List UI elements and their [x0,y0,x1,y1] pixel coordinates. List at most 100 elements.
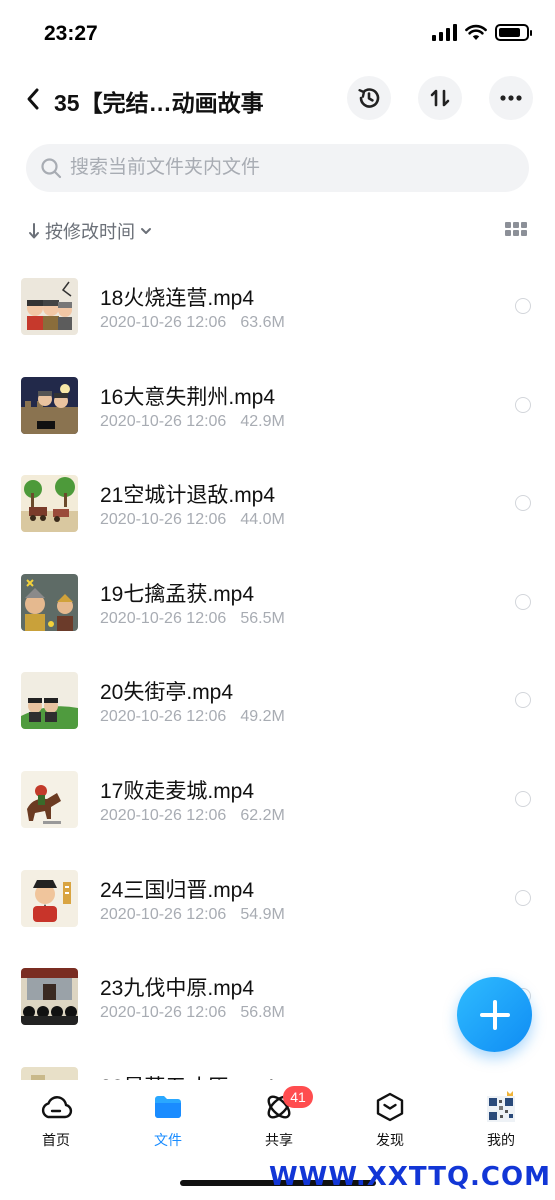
video-thumbnail [21,475,78,533]
list-item[interactable]: 24三国归晋.mp4 2020-10-26 12:06 54.9M [0,850,555,949]
list-item[interactable]: 18火烧连营.mp4 2020-10-26 12:06 63.6M [0,258,555,357]
add-button[interactable] [457,977,532,1052]
list-item[interactable]: 20失街亭.mp4 2020-10-26 12:06 49.2M [0,652,555,751]
tab-label: 文件 [154,1132,182,1148]
transfer-button[interactable] [418,76,462,120]
file-date: 2020-10-26 12:06 [100,511,227,529]
status-icons [432,24,532,41]
tab-label: 我的 [487,1132,515,1148]
file-date: 2020-10-26 12:06 [100,806,227,824]
video-thumbnail [21,1066,78,1080]
battery-icon [495,24,532,41]
file-size: 62.2M [240,806,285,824]
file-size: 42.9M [240,412,285,430]
file-date: 2020-10-26 12:06 [100,708,227,726]
tab-profile[interactable]: 我的 [461,1090,541,1150]
watermark-text: WWW.XXTTQ.COM [269,1162,551,1192]
sort-label: 按修改时间 [45,222,135,242]
tab-label: 共享 [265,1132,293,1148]
video-thumbnail [21,869,78,927]
transfer-arrows-icon [430,89,450,107]
file-name: 23九伐中原.mp4 [100,977,255,1001]
select-radio[interactable] [515,593,531,610]
chevron-left-icon [27,88,39,110]
select-radio[interactable] [515,889,531,906]
file-size: 54.9M [240,905,285,923]
file-date: 2020-10-26 12:06 [100,412,227,430]
video-thumbnail [21,672,78,730]
status-bar: 23:27 [0,0,555,70]
search-bar [26,144,529,192]
select-radio[interactable] [515,692,531,709]
more-dots-icon [500,95,522,101]
notification-badge: 41 [283,1086,313,1108]
cellular-signal-icon [432,24,457,41]
file-meta: 2020-10-26 12:06 63.6M [100,314,299,332]
file-date: 2020-10-26 12:06 [100,1004,227,1022]
file-meta: 2020-10-26 12:06 54.9M [100,906,299,924]
file-size: 56.5M [240,609,285,627]
plus-icon [479,999,510,1030]
page-title: 35【完结…动画故事 [54,90,264,116]
file-date: 2020-10-26 12:06 [100,314,227,331]
file-name: 21空城计退敌.mp4 [100,484,276,508]
file-name: 16大意失荆州.mp4 [100,385,276,409]
history-icon [358,88,380,108]
grid-view-icon[interactable] [505,222,527,238]
list-item[interactable]: 22星落五丈原.mp4 [0,1047,555,1080]
status-time: 23:27 [44,22,98,45]
file-name: 20失街亭.mp4 [100,681,234,705]
list-item[interactable]: 21空城计退敌.mp4 2020-10-26 12:06 44.0M [0,455,555,554]
folder-icon [151,1090,185,1124]
select-radio[interactable] [515,298,531,314]
tab-home[interactable]: 首页 [16,1090,96,1150]
select-radio[interactable] [515,495,531,512]
tab-label: 发现 [376,1132,404,1148]
video-thumbnail [21,770,78,828]
file-size: 44.0M [240,511,285,529]
file-list: 18火烧连营.mp4 2020-10-26 12:06 63.6M 16大意失荆州… [0,258,555,1080]
file-name: 22星落五丈原.mp4 [100,1071,275,1080]
avatar-qr-icon [484,1090,518,1124]
video-thumbnail [21,278,78,335]
video-thumbnail [21,573,78,631]
more-button[interactable] [489,76,533,120]
file-meta: 2020-10-26 12:06 62.2M [100,807,299,825]
tab-files[interactable]: 文件 [128,1090,208,1150]
select-radio[interactable] [515,396,531,413]
back-button[interactable] [18,82,48,116]
tab-discover[interactable]: 发现 [350,1090,430,1150]
file-name: 18火烧连营.mp4 [100,287,255,310]
wifi-icon [465,24,487,40]
file-name: 24三国归晋.mp4 [100,878,255,902]
file-meta: 2020-10-26 12:06 49.2M [100,708,299,726]
arrow-down-icon [29,223,39,239]
file-meta: 2020-10-26 12:06 56.5M [100,610,299,628]
list-item[interactable]: 16大意失荆州.mp4 2020-10-26 12:06 42.9M [0,357,555,456]
cloud-icon [39,1090,73,1124]
chevron-down-icon [141,228,151,234]
file-size: 49.2M [240,708,285,726]
list-item[interactable]: 19七擒孟获.mp4 2020-10-26 12:06 56.5M [0,554,555,653]
file-meta: 2020-10-26 12:06 42.9M [100,413,299,431]
tab-label: 首页 [42,1132,70,1148]
search-icon [41,158,62,179]
file-meta: 2020-10-26 12:06 44.0M [100,511,299,529]
tab-share[interactable]: 41 共享 [239,1086,319,1150]
sort-button[interactable]: 按修改时间 [28,218,152,244]
file-name: 19七擒孟获.mp4 [100,582,255,606]
file-date: 2020-10-26 12:06 [100,905,227,923]
video-thumbnail [21,968,78,1026]
search-input[interactable] [70,144,510,192]
history-button[interactable] [347,76,391,120]
file-size: 56.8M [240,1004,285,1022]
file-date: 2020-10-26 12:06 [100,609,227,627]
select-radio[interactable] [515,790,531,807]
discover-box-icon [373,1090,407,1124]
nav-bar: 35【完结…动画故事 [0,76,555,122]
file-size: 63.6M [240,314,285,331]
file-name: 17败走麦城.mp4 [100,779,255,803]
sort-bar: 按修改时间 [0,210,555,250]
file-meta: 2020-10-26 12:06 56.8M [100,1004,299,1022]
list-item[interactable]: 17败走麦城.mp4 2020-10-26 12:06 62.2M [0,751,555,850]
